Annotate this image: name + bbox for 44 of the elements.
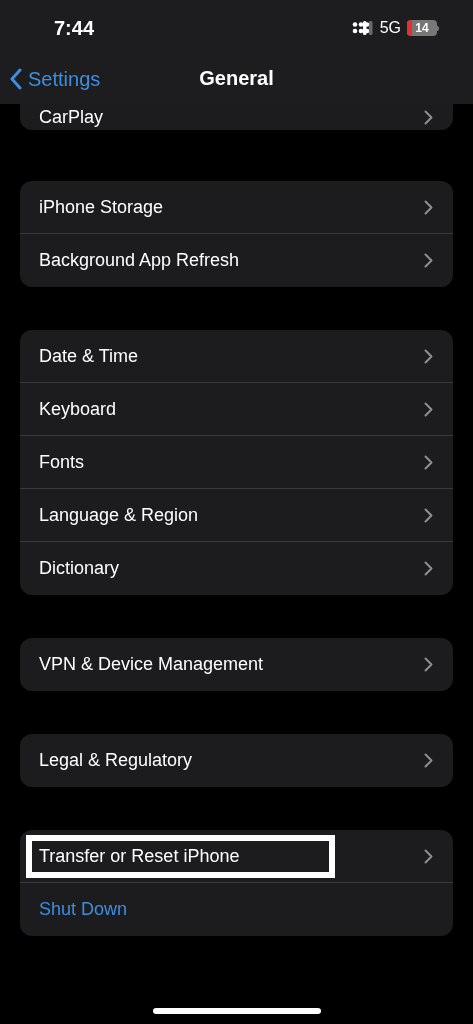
settings-row[interactable]: Background App Refresh [20, 234, 453, 287]
settings-row[interactable]: VPN & Device Management [20, 638, 453, 691]
row-label: Keyboard [39, 397, 117, 421]
chevron-icon [424, 401, 433, 417]
settings-row[interactable]: Keyboard [20, 383, 453, 436]
settings-row[interactable]: Transfer or Reset iPhone [20, 830, 453, 883]
battery-fill [407, 20, 412, 36]
row-label: Background App Refresh [39, 249, 240, 272]
row-label: iPhone Storage [39, 195, 164, 219]
row-label: Language & Region [39, 503, 199, 527]
row-label: VPN & Device Management [39, 653, 264, 676]
settings-row[interactable]: Language & Region [20, 489, 453, 542]
back-label[interactable]: Settings [28, 64, 101, 94]
chevron-icon [424, 454, 433, 470]
status-time: 7:44 [54, 16, 95, 41]
chevron-icon [424, 109, 433, 125]
chevron-icon [424, 507, 433, 523]
chevron-icon [424, 848, 433, 864]
signal-icon [351, 21, 374, 35]
chevron-icon [424, 199, 433, 215]
chevron-icon [424, 657, 433, 672]
chevron-icon [424, 348, 433, 364]
settings-row[interactable]: Fonts [20, 436, 453, 489]
settings-row[interactable]: Legal & Regulatory [20, 734, 453, 787]
row-label: Legal & Regulatory [39, 749, 193, 772]
row-label: Transfer or Reset iPhone [39, 845, 240, 866]
shut-down-link[interactable]: Shut Down [39, 896, 128, 923]
chevron-icon [424, 253, 433, 268]
settings-row[interactable]: iPhone Storage [20, 181, 453, 234]
row-label: Fonts [39, 450, 85, 474]
back-chevron-icon [10, 68, 22, 90]
page-title: General [199, 66, 274, 91]
chevron-icon [424, 561, 433, 576]
chevron-icon [424, 753, 433, 768]
network-label: 5G [379, 18, 401, 38]
settings-row[interactable]: CarPlay [20, 104, 453, 130]
settings-row[interactable]: Shut Down [20, 883, 453, 936]
settings-row[interactable]: Date & Time [20, 330, 453, 383]
row-label: CarPlay [39, 105, 104, 129]
settings-row[interactable]: Dictionary [20, 542, 453, 595]
battery-level: 14 [415, 20, 429, 36]
back-button[interactable]: Settings [10, 64, 101, 94]
row-label: Date & Time [39, 344, 139, 368]
row-label: Dictionary [39, 557, 120, 580]
